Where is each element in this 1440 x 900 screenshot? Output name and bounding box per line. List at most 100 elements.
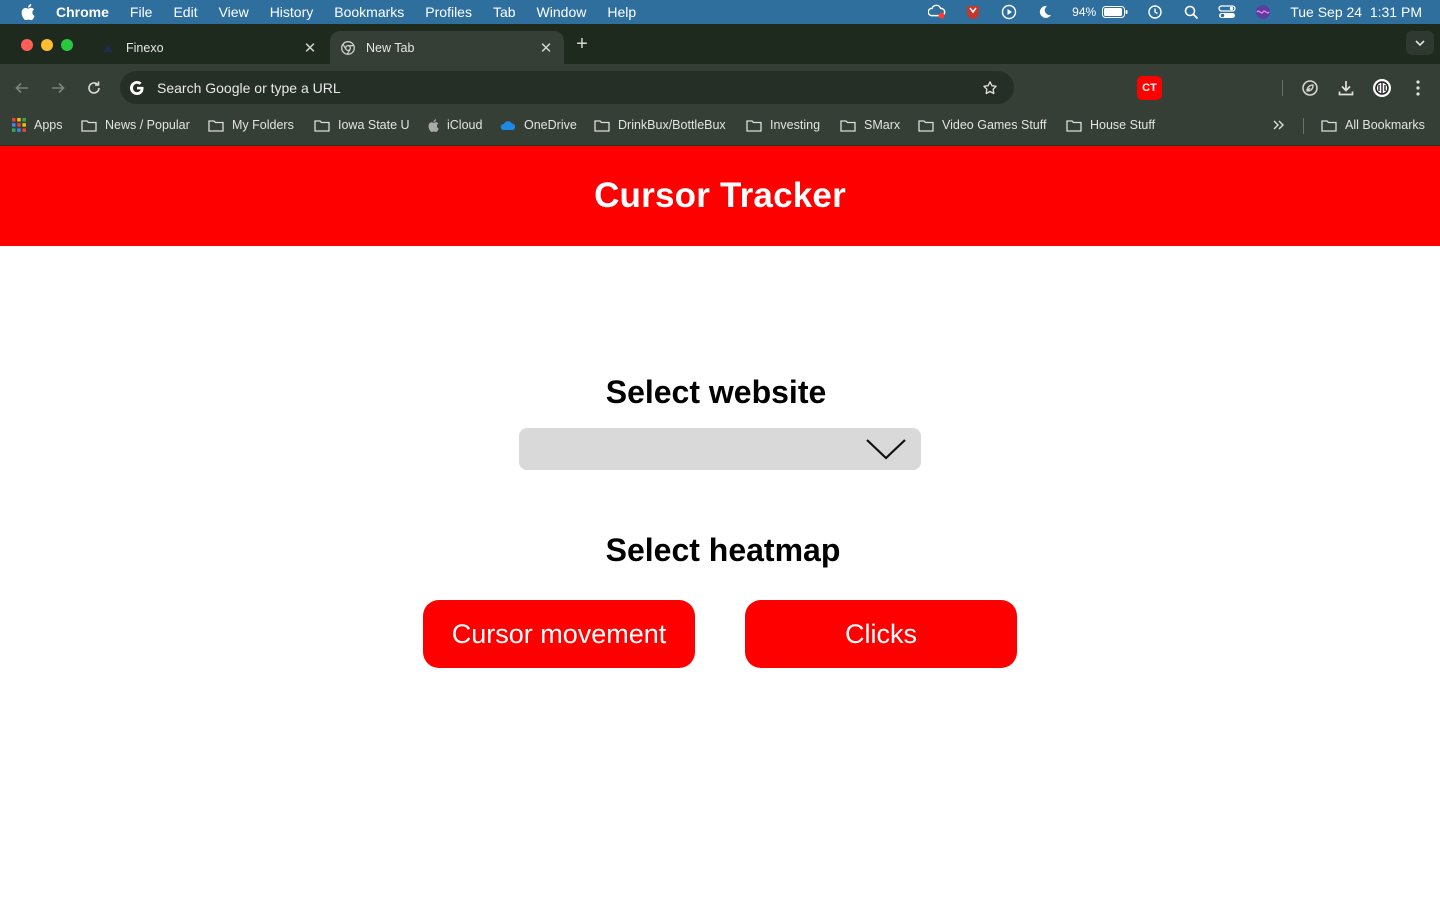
- select-website-heading: Select website: [605, 374, 827, 410]
- bookmark-onedrive[interactable]: OneDrive: [500, 110, 577, 140]
- bookmark-label: My Folders: [232, 118, 294, 132]
- battery-percent: 94%: [1072, 5, 1097, 19]
- menubar-datetime[interactable]: Tue Sep 24 1:31 PM: [1290, 4, 1422, 20]
- bookmark-label: Iowa State U: [338, 118, 410, 132]
- omnibox-input[interactable]: [157, 79, 980, 96]
- time-machine-icon[interactable]: [1146, 3, 1164, 21]
- browser-toolbar: CT: [0, 64, 1440, 110]
- menu-tab[interactable]: Tab: [493, 4, 516, 20]
- bookmark-label: OneDrive: [524, 118, 577, 132]
- profile-avatar-icon[interactable]: [1371, 77, 1393, 99]
- bookmarks-bar: Apps News / Popular My Folders Iowa Stat…: [0, 110, 1440, 146]
- onedrive-cloud-icon: [500, 118, 516, 132]
- bookmark-folder-news-popular[interactable]: News / Popular: [81, 110, 190, 140]
- page-content: Cursor Tracker Select website Select hea…: [0, 146, 1440, 900]
- folder-icon: [81, 118, 97, 132]
- bookmark-star-icon[interactable]: [980, 80, 1000, 96]
- bookmark-label: All Bookmarks: [1345, 118, 1425, 132]
- creative-cloud-icon[interactable]: [928, 3, 946, 21]
- folder-icon: [1066, 118, 1082, 132]
- spotlight-search-icon[interactable]: [1182, 3, 1200, 21]
- apple-menu-icon[interactable]: [0, 4, 56, 20]
- menu-edit[interactable]: Edit: [173, 4, 197, 20]
- bookmark-folder-video-games-stuff[interactable]: Video Games Stuff: [918, 110, 1046, 140]
- bookmark-folder-iowa-state-u[interactable]: Iowa State U: [314, 110, 410, 140]
- bookmark-folder-investing[interactable]: Investing: [746, 110, 820, 140]
- bookmark-label: iCloud: [447, 118, 483, 132]
- control-center-icon[interactable]: [1218, 3, 1236, 21]
- folder-icon: [746, 118, 762, 132]
- bookmark-label: Apps: [34, 118, 63, 132]
- toolbar-divider: [1282, 80, 1283, 96]
- tab-title: New Tab: [366, 40, 415, 55]
- bookmark-folder-smarx[interactable]: SMarx: [840, 110, 900, 140]
- apps-grid-icon: [12, 118, 26, 132]
- folder-icon: [1321, 118, 1337, 132]
- new-tab-plus-icon[interactable]: +: [572, 33, 592, 55]
- play-circle-icon[interactable]: [1000, 3, 1018, 21]
- chrome-menu-kebab-icon[interactable]: [1407, 77, 1429, 99]
- tab-new-tab[interactable]: New Tab ✕: [330, 31, 564, 64]
- siri-icon[interactable]: [1254, 3, 1272, 21]
- menu-window[interactable]: Window: [537, 4, 587, 20]
- menu-app-name[interactable]: Chrome: [56, 4, 109, 20]
- close-tab-icon[interactable]: ✕: [300, 39, 320, 57]
- apple-logo-icon: [427, 118, 439, 132]
- macos-menu-bar: Chrome File Edit View History Bookmarks …: [0, 0, 1440, 24]
- bookmark-label: DrinkBux/BottleBux: [618, 118, 726, 132]
- chevron-down-icon: [865, 437, 907, 466]
- clicks-button[interactable]: Clicks: [745, 600, 1017, 668]
- folder-icon: [594, 118, 610, 132]
- browser-tab-strip: Finexo ✕ New Tab ✕ +: [0, 24, 1440, 64]
- bookmark-label: Video Games Stuff: [942, 118, 1047, 132]
- battery-icon[interactable]: [1102, 3, 1128, 21]
- bookmark-label: News / Popular: [105, 118, 190, 132]
- moon-icon[interactable]: [1036, 3, 1054, 21]
- folder-icon: [208, 118, 224, 132]
- menu-view[interactable]: View: [219, 4, 249, 20]
- bookmark-label: Investing: [770, 118, 821, 132]
- cursor-movement-button[interactable]: Cursor movement: [423, 600, 695, 668]
- bookmark-folder-my-folders[interactable]: My Folders: [208, 110, 294, 140]
- menu-history[interactable]: History: [270, 4, 314, 20]
- menu-file[interactable]: File: [130, 4, 153, 20]
- bookmark-folder-drinkbux[interactable]: DrinkBux/BottleBux: [594, 110, 726, 140]
- bookmark-folder-all-bookmarks[interactable]: All Bookmarks: [1321, 110, 1425, 140]
- shield-extension-icon[interactable]: [964, 3, 982, 21]
- page-title: Cursor Tracker: [594, 176, 846, 215]
- reload-icon[interactable]: [83, 77, 105, 99]
- folder-icon: [314, 118, 330, 132]
- bookmark-folder-house-stuff[interactable]: House Stuff: [1066, 110, 1155, 140]
- download-icon[interactable]: [1335, 77, 1357, 99]
- bookmark-icloud[interactable]: iCloud: [427, 110, 482, 140]
- finexo-icon: [100, 40, 116, 56]
- tab-title: Finexo: [126, 40, 164, 55]
- tab-finexo[interactable]: Finexo ✕: [90, 31, 328, 64]
- website-select-dropdown[interactable]: [519, 428, 921, 470]
- bookmarks-divider: [1303, 118, 1304, 134]
- address-bar[interactable]: [120, 71, 1014, 104]
- window-zoom-button[interactable]: [61, 39, 73, 51]
- tab-search-chevron-icon[interactable]: [1406, 31, 1434, 55]
- performance-leaf-icon[interactable]: [1299, 77, 1321, 99]
- folder-icon: [918, 118, 934, 132]
- back-arrow-icon[interactable]: [11, 77, 33, 99]
- folder-icon: [840, 118, 856, 132]
- close-tab-icon[interactable]: ✕: [536, 39, 556, 57]
- select-heatmap-heading: Select heatmap: [605, 532, 841, 568]
- cursor-tracker-extension-icon[interactable]: CT: [1137, 76, 1162, 100]
- google-g-icon: [128, 79, 146, 97]
- bookmark-label: SMarx: [864, 118, 901, 132]
- window-minimize-button[interactable]: [41, 39, 53, 51]
- menubar-status-area: 94% Tue Sep 24 1:31 PM: [928, 0, 1422, 24]
- bookmarks-overflow-chevron-icon[interactable]: [1273, 110, 1285, 140]
- bookmark-apps[interactable]: Apps: [12, 110, 63, 140]
- menu-profiles[interactable]: Profiles: [425, 4, 472, 20]
- bookmark-label: House Stuff: [1090, 118, 1156, 132]
- app-header: Cursor Tracker: [0, 146, 1440, 246]
- menu-help[interactable]: Help: [607, 4, 636, 20]
- chrome-icon: [340, 40, 356, 56]
- menu-bookmarks[interactable]: Bookmarks: [334, 4, 404, 20]
- forward-arrow-icon[interactable]: [47, 77, 69, 99]
- window-close-button[interactable]: [21, 39, 33, 51]
